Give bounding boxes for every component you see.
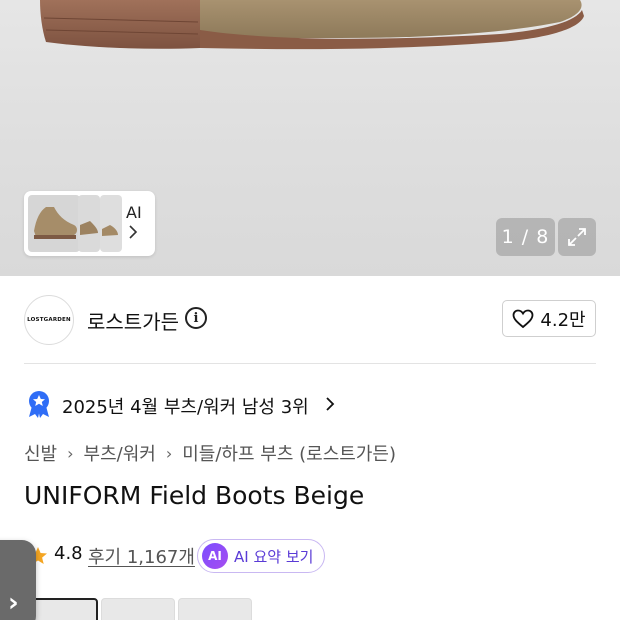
chevron-right-icon: › <box>8 588 19 618</box>
divider <box>24 363 596 364</box>
ai-label: AI <box>126 203 142 222</box>
info-icon[interactable]: i <box>185 307 207 329</box>
thumbnail-image <box>78 195 100 252</box>
ai-icon: AI <box>202 543 228 569</box>
ai-recommend-thumbnail[interactable]: AI <box>24 191 155 256</box>
product-title: UNIFORM Field Boots Beige <box>24 481 365 510</box>
heart-icon <box>513 309 534 328</box>
breadcrumb: 신발 › 부츠/워커 › 미들/하프 부츠 (로스트가든) <box>24 440 396 466</box>
breadcrumb-item[interactable]: 미들/하프 부츠 (로스트가든) <box>182 440 396 466</box>
rating-score: 4.8 <box>54 543 83 564</box>
chevron-right-icon: › <box>165 443 173 463</box>
ranking-text[interactable]: 2025년 4월 부츠/워커 남성 3위 <box>62 393 309 419</box>
image-counter: 1 / 8 <box>496 218 555 256</box>
breadcrumb-item[interactable]: 신발 <box>24 440 57 466</box>
like-button[interactable]: 4.2만 <box>502 300 596 337</box>
chevron-right-icon <box>128 225 138 243</box>
brand-name[interactable]: 로스트가든 <box>87 306 179 335</box>
like-count: 4.2만 <box>540 309 586 331</box>
thumbnail-image <box>28 195 80 252</box>
ai-summary-label: AI 요약 보기 <box>234 547 314 566</box>
product-image-gallery[interactable]: AI 1 / 8 <box>0 0 620 276</box>
breadcrumb-item[interactable]: 부츠/워커 <box>84 440 156 466</box>
review-count-link[interactable]: 후기 1,167개 <box>88 543 195 569</box>
chevron-right-icon: › <box>67 443 74 463</box>
color-option[interactable] <box>178 598 252 620</box>
brand-logo-text: LOSTGARDEN <box>27 317 71 323</box>
thumbnail-image <box>100 195 122 252</box>
brand-logo[interactable]: LOSTGARDEN <box>24 295 74 345</box>
color-option[interactable] <box>101 598 175 620</box>
chevron-right-icon[interactable] <box>325 392 335 417</box>
side-panel-toggle[interactable]: › <box>0 540 36 620</box>
ranking-badge-icon <box>29 391 49 418</box>
expand-icon[interactable] <box>558 218 596 256</box>
ai-thumbnail-images <box>28 195 122 252</box>
ai-summary-button[interactable]: AI AI 요약 보기 <box>197 539 325 573</box>
